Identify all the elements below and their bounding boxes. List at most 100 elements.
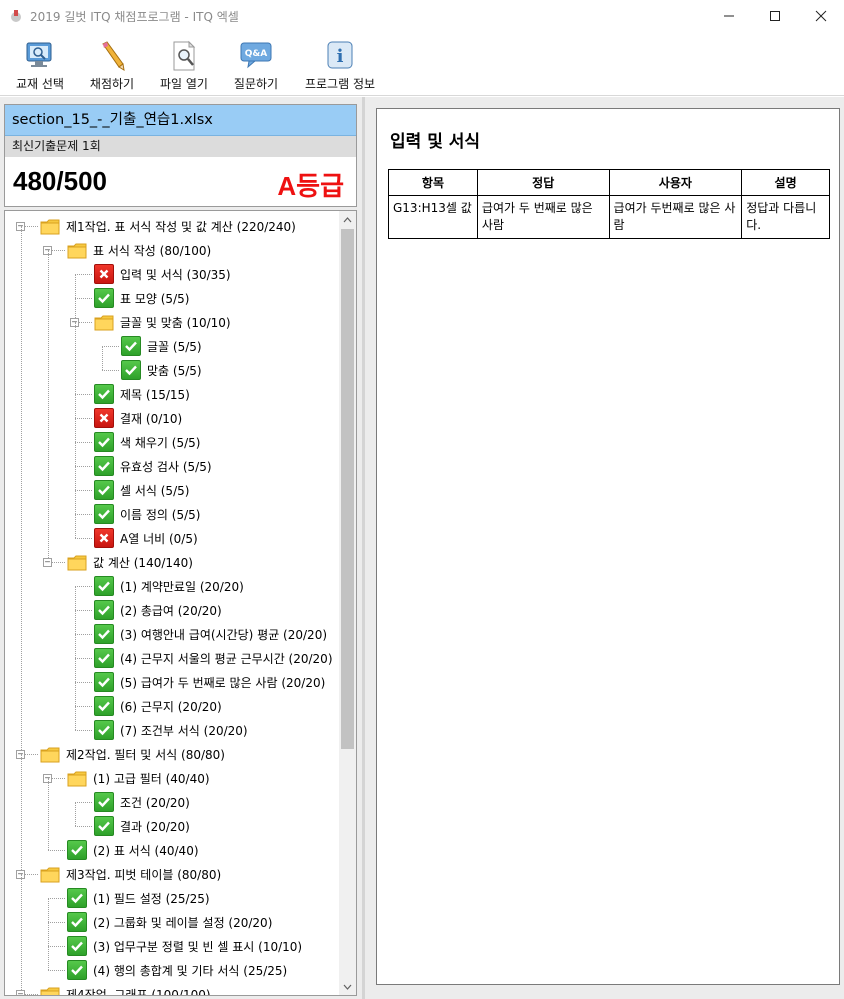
tree-item-label: 제목 (15/15) [120,387,190,402]
tree-item[interactable]: (2) 총급여 (20/20) [94,598,222,622]
tree-item-label: (1) 필드 설정 (25/25) [93,891,210,906]
table-row: G13:H13셀 값 급여가 두 번째로 많은 사람 급여가 두번째로 많은 사… [388,195,830,239]
tree-folder-item[interactable]: 제3작업. 피벗 테이블 (80/80) [40,862,221,886]
tree-item-label: 제3작업. 피벗 테이블 (80/80) [66,867,222,882]
tree-item[interactable]: 색 채우기 (5/5) [94,430,200,454]
maximize-icon [770,11,780,21]
tree-item[interactable]: (2) 표 서식 (40/40) [67,838,199,862]
tree-folder-item[interactable]: 제1작업. 표 서식 작성 및 값 계산 (220/240) [40,214,296,238]
tree-item-label: 글꼴 (5/5) [147,339,202,354]
tree-folder-item[interactable]: 제4작업. 그래프 (100/100) [40,982,211,996]
check-icon [67,960,87,980]
tree-item[interactable]: (5) 급여가 두 번째로 많은 사람 (20/20) [94,670,325,694]
open-file-button[interactable]: 파일 열기 [155,40,213,92]
tree-item[interactable]: (7) 조건부 서식 (20/20) [94,718,248,742]
minimize-button[interactable] [706,0,752,32]
column-header: 설명 [741,169,830,196]
tree-folder-item[interactable]: 표 서식 작성 (80/100) [67,238,211,262]
scroll-up-button[interactable] [339,211,356,228]
tree-item[interactable]: A열 너비 (0/5) [94,526,198,550]
collapse-toggle[interactable]: ‒ [16,990,25,995]
tree-item-label: 색 채우기 (5/5) [120,435,201,450]
check-icon [94,576,114,596]
folder-icon [67,768,87,788]
tree-connector [48,946,65,947]
maximize-button[interactable] [752,0,798,32]
grading-tree[interactable]: ‒ ‒ ‒ ‒ ‒ ‒ ‒ ‒ 제1작업. 표 서식 작성 및 값 계산 (220/240) 표… [4,210,357,996]
select-book-button[interactable]: 교재 선택 [12,40,68,92]
tree-scrollbar[interactable] [339,211,356,995]
check-icon [94,600,114,620]
grade-button[interactable]: 채점하기 [84,40,140,92]
tree-item-label: 입력 및 서식 (30/35) [120,267,231,282]
check-icon [67,912,87,932]
tree-connector [21,874,22,994]
tree-connector [102,346,103,370]
tree-item-label: 제4작업. 그래프 (100/100) [66,987,211,996]
file-name: section_15_-_기출_연습1.xlsx [5,105,356,136]
tree-connector [75,514,76,538]
tree-item[interactable]: 결과 (20/20) [94,814,190,838]
scroll-down-button[interactable] [339,978,356,995]
tree-connector [102,370,119,371]
tree-item[interactable]: 이름 정의 (5/5) [94,502,200,526]
tree-item-label: 맞춤 (5/5) [147,363,202,378]
tree-item[interactable]: (1) 계약만료일 (20/20) [94,574,244,598]
info-icon: i [327,41,353,69]
tree-folder-item[interactable]: (1) 고급 필터 (40/40) [67,766,210,790]
folder-icon [67,240,87,260]
program-info-button[interactable]: i 프로그램 정보 [300,40,380,92]
folder-icon [67,552,87,572]
ask-question-button[interactable]: Q&A 질문하기 [228,40,284,92]
tree-item-label: 셀 서식 (5/5) [120,483,190,498]
tree-item-label: (5) 급여가 두 번째로 많은 사람 (20/20) [120,675,326,690]
tree-item-label: 값 계산 (140/140) [93,555,193,570]
check-icon [94,624,114,644]
tree-item[interactable]: (1) 필드 설정 (25/25) [67,886,210,910]
check-icon [94,456,114,476]
tree-item[interactable]: (3) 업무구분 정렬 및 빈 셀 표시 (10/10) [67,934,302,958]
tree-item-label: (2) 표 서식 (40/40) [93,843,199,858]
tree-item[interactable]: 유효성 검사 (5/5) [94,454,212,478]
tree-connector [75,394,92,395]
tree-item[interactable]: (3) 여행안내 급여(시간당) 평균 (20/20) [94,622,327,646]
tree-connector [75,442,92,443]
check-icon [94,672,114,692]
tree-item[interactable]: 제목 (15/15) [94,382,190,406]
tree-connector [75,802,92,803]
scroll-thumb[interactable] [341,229,354,749]
folder-icon [40,864,60,884]
tree-item[interactable]: 셀 서식 (5/5) [94,478,189,502]
tree-item[interactable]: 글꼴 (5/5) [121,334,202,358]
chevron-up-icon [343,216,352,222]
tree-item-label: (4) 행의 총합계 및 기타 서식 (25/25) [93,963,288,978]
tree-item-label: (1) 고급 필터 (40/40) [93,771,210,786]
chevron-down-icon [343,984,352,990]
tree-item[interactable]: 결재 (0/10) [94,406,182,430]
toolbar-label: 프로그램 정보 [304,77,376,91]
tree-connector [75,490,92,491]
tree-item[interactable]: (2) 그룹화 및 레이블 설정 (20/20) [67,910,272,934]
tree-item-label: 조건 (20/20) [120,795,190,810]
check-icon [67,888,87,908]
tree-connector [48,970,65,971]
pencil-icon [102,41,125,71]
tree-item[interactable]: (6) 근무지 (20/20) [94,694,222,718]
tree-item[interactable]: 조건 (20/20) [94,790,190,814]
tree-folder-item[interactable]: 글꼴 및 맞춤 (10/10) [94,310,231,334]
total-score: 480/500 [13,166,107,196]
close-button[interactable] [798,0,844,32]
tree-folder-item[interactable]: 제2작업. 필터 및 서식 (80/80) [40,742,225,766]
tree-item-label: (3) 여행안내 급여(시간당) 평균 (20/20) [120,627,328,642]
tree-folder-item[interactable]: 값 계산 (140/140) [67,550,193,574]
tree-item[interactable]: 입력 및 서식 (30/35) [94,262,231,286]
collapse-toggle[interactable]: ‒ [43,558,52,567]
tree-item[interactable]: 맞춤 (5/5) [121,358,202,382]
tree-item[interactable]: (4) 행의 총합계 및 기타 서식 (25/25) [67,958,287,982]
detail-panel: 입력 및 서식 항목 정답 사용자 설명 G13:H13셀 값 급여가 두 번째… [362,97,844,999]
column-header: 항목 [388,169,478,196]
tree-item[interactable]: 표 모양 (5/5) [94,286,189,310]
tree-connector [75,490,76,514]
check-icon [94,696,114,716]
tree-item[interactable]: (4) 근무지 서울의 평균 근무시간 (20/20) [94,646,333,670]
